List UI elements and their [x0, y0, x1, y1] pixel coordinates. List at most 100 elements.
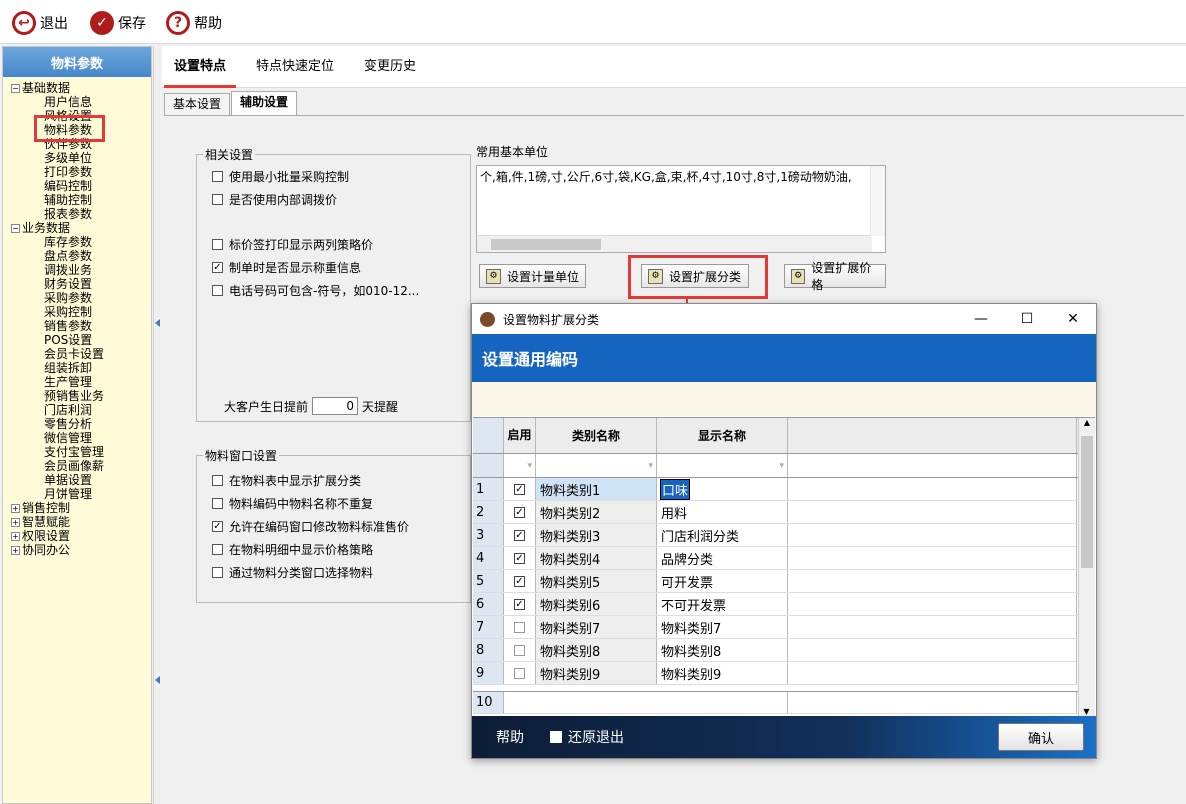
tree-item[interactable]: 会员卡设置: [3, 347, 151, 361]
enable-checkbox[interactable]: ✓: [514, 598, 525, 610]
checkbox-box[interactable]: [212, 239, 223, 250]
table-row[interactable]: 6 ✓ 物料类别6 不可开发票: [473, 593, 1095, 616]
set-unit-button[interactable]: ⚙ 设置计量单位: [479, 264, 586, 288]
tab-change-history[interactable]: 变更历史: [352, 46, 428, 87]
checkbox-select-by-category[interactable]: 通过物料分类窗口选择物料: [212, 564, 373, 581]
restore-exit-checkbox[interactable]: 还原退出: [550, 727, 624, 747]
tree-item[interactable]: 采购参数: [3, 291, 151, 305]
table-row[interactable]: 3 ✓ 物料类别3 门店利润分类: [473, 524, 1095, 547]
checkbox-box[interactable]: [212, 498, 223, 509]
enable-checkbox[interactable]: ✓: [514, 552, 525, 564]
tree-item[interactable]: 会员画像薪: [3, 459, 151, 473]
splitter[interactable]: [153, 46, 161, 804]
birthday-days-input[interactable]: 0: [312, 397, 359, 415]
display-name-cell[interactable]: 物料类别8: [657, 639, 788, 661]
tree-item[interactable]: 库存参数: [3, 235, 151, 249]
display-name-cell[interactable]: 品牌分类: [657, 547, 788, 569]
table-row[interactable]: 9 物料类别9 物料类别9: [473, 662, 1095, 685]
tree-item[interactable]: 辅助控制: [3, 193, 151, 207]
tree-item[interactable]: 生产管理: [3, 375, 151, 389]
tree-item[interactable]: POS设置: [3, 333, 151, 347]
tree-item[interactable]: 用户信息: [3, 95, 151, 109]
tree-item[interactable]: 微信管理: [3, 431, 151, 445]
display-name-cell[interactable]: 用料: [657, 501, 788, 523]
col-enable[interactable]: 启用: [504, 418, 536, 453]
scroll-thumb[interactable]: [1081, 436, 1093, 568]
display-name-cell[interactable]: 物料类别9: [657, 662, 788, 684]
category-name-cell[interactable]: 物料类别5: [536, 570, 657, 592]
tree-item[interactable]: 预销售业务: [3, 389, 151, 403]
tab-settings-features[interactable]: 设置特点: [162, 46, 238, 88]
col-category[interactable]: 类别名称: [536, 418, 657, 453]
category-name-cell[interactable]: 物料类别2: [536, 501, 657, 523]
tree-group[interactable]: + 销售控制: [3, 501, 151, 515]
tab-quick-locate[interactable]: 特点快速定位: [244, 46, 346, 87]
exit-button[interactable]: ↩ 退出: [12, 10, 68, 36]
checkbox-box[interactable]: [212, 475, 223, 486]
category-name-cell[interactable]: 物料类别9: [536, 662, 657, 684]
tree-item[interactable]: 支付宝管理: [3, 445, 151, 459]
tree-group[interactable]: + 协同办公: [3, 543, 151, 557]
tree-item[interactable]: 打印参数: [3, 165, 151, 179]
expand-icon[interactable]: +: [11, 531, 20, 541]
footer-help-button[interactable]: 帮助: [496, 727, 524, 747]
tab-auxiliary-settings[interactable]: 辅助设置: [231, 91, 298, 115]
table-row[interactable]: 8 物料类别8 物料类别8: [473, 639, 1095, 662]
checkbox-phone-symbol[interactable]: 电话号码可包含-符号，如010-12...: [212, 282, 419, 299]
tree-item[interactable]: 财务设置: [3, 277, 151, 291]
new-row-cell[interactable]: [504, 692, 788, 713]
tree-item[interactable]: 月饼管理: [3, 487, 151, 501]
checkbox-label-print[interactable]: 标价签打印显示两列策略价: [212, 236, 373, 253]
category-name-cell[interactable]: 物料类别4: [536, 547, 657, 569]
enable-cell[interactable]: ✓: [504, 524, 536, 546]
checkbox-unique-name[interactable]: 物料编码中物料名称不重复: [212, 495, 373, 512]
table-row[interactable]: 4 ✓ 物料类别4 品牌分类: [473, 547, 1095, 570]
checkbox-box[interactable]: [212, 171, 223, 182]
help-button[interactable]: ? 帮助: [166, 10, 222, 36]
category-name-cell[interactable]: 物料类别7: [536, 616, 657, 638]
checkbox-edit-std-price[interactable]: ✓ 允许在编码窗口修改物料标准售价: [212, 518, 409, 535]
checkbox-box[interactable]: [212, 544, 223, 555]
close-icon[interactable]: ✕: [1050, 304, 1096, 334]
enable-cell[interactable]: ✓: [504, 478, 536, 500]
display-name-cell[interactable]: 门店利润分类: [657, 524, 788, 546]
table-row[interactable]: 7 物料类别7 物料类别7: [473, 616, 1095, 639]
checkbox-internal-price[interactable]: 是否使用内部调拨价: [212, 191, 337, 208]
tree-item[interactable]: 零售分析: [3, 417, 151, 431]
checkbox-box[interactable]: [550, 731, 562, 743]
tree-item[interactable]: 多级单位: [3, 151, 151, 165]
scroll-down-icon[interactable]: ▼: [1079, 707, 1094, 716]
checkbox-show-ext-category[interactable]: 在物料表中显示扩展分类: [212, 472, 361, 489]
display-name-cell[interactable]: 可开发票: [657, 570, 788, 592]
enable-checkbox[interactable]: ✓: [514, 506, 525, 518]
checkbox-box[interactable]: ✓: [212, 521, 223, 532]
enable-checkbox[interactable]: [514, 667, 525, 679]
display-name-cell[interactable]: 口味: [657, 478, 788, 500]
checkbox-min-batch[interactable]: 使用最小批量采购控制: [212, 168, 349, 185]
tree-item[interactable]: 销售参数: [3, 319, 151, 333]
category-name-cell[interactable]: 物料类别8: [536, 639, 657, 661]
expand-icon[interactable]: +: [11, 517, 20, 527]
table-row[interactable]: 5 ✓ 物料类别5 可开发票: [473, 570, 1095, 593]
enable-cell[interactable]: ✓: [504, 570, 536, 592]
expand-icon[interactable]: +: [11, 503, 20, 513]
enable-checkbox[interactable]: ✓: [514, 483, 525, 495]
checkbox-box[interactable]: [212, 285, 223, 296]
tree-item[interactable]: 编码控制: [3, 179, 151, 193]
checkbox-box[interactable]: ✓: [212, 262, 223, 273]
tree-item[interactable]: 门店利润: [3, 403, 151, 417]
collapse-icon[interactable]: −: [11, 83, 20, 93]
collapse-arrow-icon[interactable]: [155, 676, 160, 684]
tab-basic-settings[interactable]: 基本设置: [164, 93, 231, 115]
set-ext-price-button[interactable]: ⚙ 设置扩展价格: [784, 261, 886, 292]
collapse-arrow-icon[interactable]: [155, 319, 160, 327]
tree-item[interactable]: 采购控制: [3, 305, 151, 319]
enable-cell[interactable]: [504, 639, 536, 661]
new-row-cell[interactable]: [788, 692, 1077, 713]
display-name-cell[interactable]: 物料类别7: [657, 616, 788, 638]
grid-vscrollbar[interactable]: ▲ ▼: [1078, 418, 1095, 716]
enable-checkbox[interactable]: [514, 621, 525, 633]
table-row[interactable]: 1 ✓ 物料类别1 口味: [473, 478, 1095, 501]
units-hscrollbar[interactable]: [477, 235, 872, 252]
tree-item[interactable]: 单据设置: [3, 473, 151, 487]
